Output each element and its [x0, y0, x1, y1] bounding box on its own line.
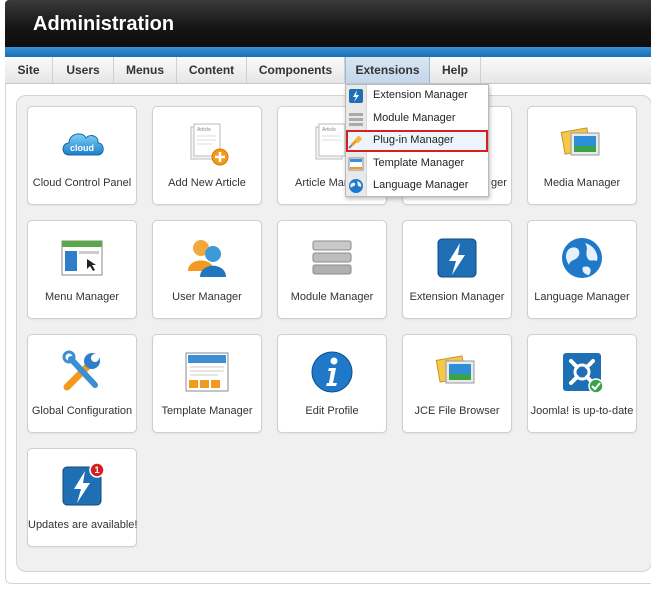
- tile-label: Edit Profile: [305, 405, 359, 417]
- page-title: Administration: [33, 13, 175, 35]
- tile-label: User Manager: [172, 291, 242, 303]
- globe-icon: [559, 235, 605, 281]
- module-icon: [309, 235, 355, 281]
- dropdown-item-label: Extension Manager: [373, 89, 468, 101]
- dropdown-item-label: Language Manager: [373, 179, 469, 191]
- tile-joomla-up-to-date[interactable]: Joomla! is up-to-date: [527, 334, 637, 433]
- menu-help[interactable]: Help: [430, 57, 481, 83]
- tile-label: Updates are available!: [28, 519, 138, 531]
- cloud-icon: cloud: [59, 121, 105, 167]
- menu-extensions[interactable]: Extensions: [345, 57, 430, 83]
- dropdown-item-label: Plug-in Manager: [373, 134, 454, 146]
- tile-label: Module Manager: [290, 291, 374, 303]
- extensions-dropdown: Extension Manager Module Manager Plug-in…: [345, 84, 489, 197]
- dropdown-item-plugin-manager[interactable]: Plug-in Manager: [346, 130, 488, 152]
- tile-add-new-article[interactable]: Article Add New Article: [152, 106, 262, 205]
- tile-label: JCE File Browser: [414, 405, 500, 417]
- menu-menus[interactable]: Menus: [114, 57, 177, 83]
- tile-label: Language Manager: [534, 291, 630, 303]
- dropdown-item-template-manager[interactable]: Template Manager: [346, 153, 488, 175]
- tile-label: ger: [491, 177, 507, 189]
- tile-edit-profile[interactable]: Edit Profile: [277, 334, 387, 433]
- plug-icon: [348, 133, 364, 149]
- tile-label: Media Manager: [543, 177, 621, 189]
- tile-updates-available[interactable]: 1 Updates are available!: [27, 448, 137, 547]
- admin-header: Administration: [5, 0, 651, 47]
- tile-label: Global Configuration: [31, 405, 133, 417]
- globe-icon: [348, 178, 364, 194]
- menu-components[interactable]: Components: [247, 57, 345, 83]
- menu-content[interactable]: Content: [177, 57, 247, 83]
- file-browser-icon: [434, 349, 480, 395]
- menu-users[interactable]: Users: [53, 57, 114, 83]
- lightning-icon: [348, 88, 364, 104]
- tools-icon: [59, 349, 105, 395]
- tile-language-manager[interactable]: Language Manager: [527, 220, 637, 319]
- tile-cloud-control-panel[interactable]: cloud Cloud Control Panel: [27, 106, 137, 205]
- module-icon: [348, 111, 364, 127]
- menu-site[interactable]: Site: [5, 57, 53, 83]
- tile-template-manager[interactable]: Template Manager: [152, 334, 262, 433]
- tile-label: Add New Article: [168, 177, 246, 189]
- tile-extension-manager[interactable]: Extension Manager: [402, 220, 512, 319]
- joomla-check-icon: [559, 349, 605, 395]
- tile-label: Menu Manager: [45, 291, 119, 303]
- tile-label: Template Manager: [161, 405, 253, 417]
- tile-label: Cloud Control Panel: [32, 177, 132, 189]
- template-icon: [348, 156, 364, 172]
- tile-label: Extension Manager: [409, 291, 505, 303]
- svg-text:1: 1: [94, 465, 99, 475]
- template-icon: [184, 349, 230, 395]
- svg-text:Article: Article: [322, 127, 336, 133]
- dropdown-item-label: Module Manager: [373, 112, 456, 124]
- tile-menu-manager[interactable]: Menu Manager: [27, 220, 137, 319]
- tile-media-manager[interactable]: Media Manager: [527, 106, 637, 205]
- tile-jce-file-browser[interactable]: JCE File Browser: [402, 334, 512, 433]
- info-icon: [309, 349, 355, 395]
- tile-label: Joomla! is up-to-date: [530, 405, 634, 417]
- dropdown-item-module-manager[interactable]: Module Manager: [346, 108, 488, 130]
- svg-text:Article: Article: [197, 127, 211, 133]
- tile-global-configuration[interactable]: Global Configuration: [27, 334, 137, 433]
- tile-module-manager[interactable]: Module Manager: [277, 220, 387, 319]
- lightning-icon: [434, 235, 480, 281]
- main-menubar: Site Users Menus Content Components Exte…: [5, 57, 651, 84]
- menu-icon: [59, 235, 105, 281]
- users-icon: [184, 235, 230, 281]
- add-article-icon: Article: [184, 121, 230, 167]
- dropdown-item-extension-manager[interactable]: Extension Manager: [346, 85, 488, 107]
- dropdown-item-language-manager[interactable]: Language Manager: [346, 175, 488, 197]
- header-accent-bar: [5, 47, 651, 57]
- svg-text:cloud: cloud: [70, 143, 94, 153]
- dropdown-item-label: Template Manager: [373, 157, 465, 169]
- tile-user-manager[interactable]: User Manager: [152, 220, 262, 319]
- update-alert-icon: 1: [59, 462, 105, 509]
- media-icon: [559, 121, 605, 167]
